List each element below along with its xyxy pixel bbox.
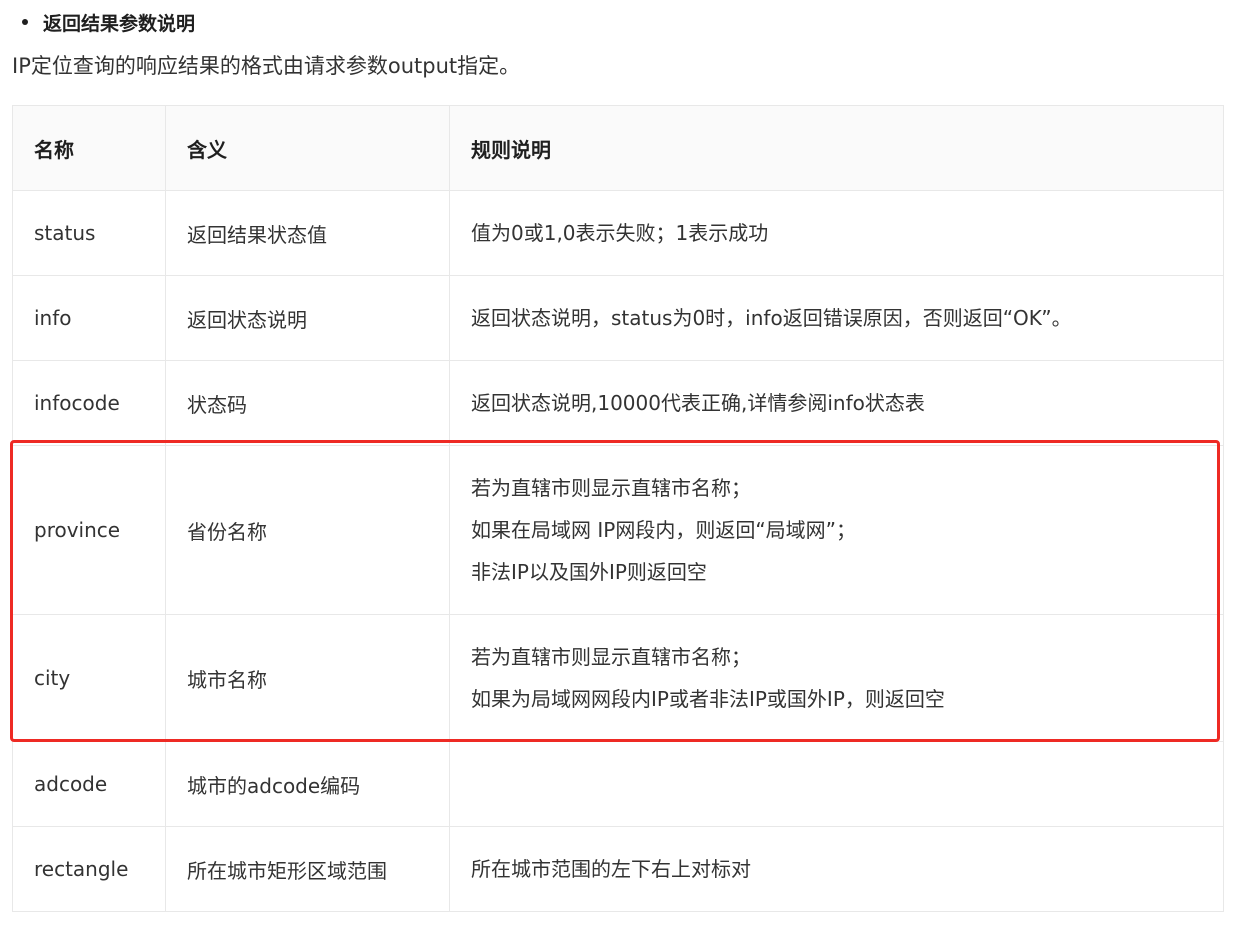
- cell-meaning: 城市的adcode编码: [165, 741, 450, 827]
- rule-line: 如果为局域网网段内IP或者非法IP或国外IP，则返回空: [471, 687, 945, 711]
- cell-rules: 若为直辖市则显示直辖市名称； 如果在局域网 IP网段内，则返回“局域网”； 非法…: [449, 445, 1224, 615]
- bullet-icon: [22, 19, 28, 25]
- rule-line: 值为0或1,0表示失败；1表示成功: [471, 221, 769, 245]
- section-heading-text: 返回结果参数说明: [43, 12, 196, 35]
- cell-name: rectangle: [12, 826, 166, 912]
- cell-meaning: 城市名称: [165, 614, 450, 742]
- cell-meaning: 省份名称: [165, 445, 450, 615]
- rule-line: 返回状态说明，status为0时，info返回错误原因，否则返回“OK”。: [471, 306, 1072, 330]
- section-heading: 返回结果参数说明: [22, 8, 195, 36]
- rule-line: 非法IP以及国外IP则返回空: [471, 560, 707, 584]
- rule-line: 所在城市范围的左下右上对标对: [471, 857, 751, 881]
- cell-rules: 返回状态说明,10000代表正确,详情参阅info状态表: [449, 360, 1224, 446]
- table-row: status 返回结果状态值 值为0或1,0表示失败；1表示成功: [12, 190, 1224, 276]
- header-name: 名称: [12, 105, 166, 191]
- cell-rules: 若为直辖市则显示直辖市名称； 如果为局域网网段内IP或者非法IP或国外IP，则返…: [449, 614, 1224, 742]
- cell-name: province: [12, 445, 166, 615]
- cell-rules: 所在城市范围的左下右上对标对: [449, 826, 1224, 912]
- rule-line: 返回状态说明,10000代表正确,详情参阅info状态表: [471, 391, 925, 415]
- cell-rules: [449, 741, 1224, 827]
- rule-line: 如果在局域网 IP网段内，则返回“局域网”；: [471, 518, 857, 542]
- cell-meaning: 返回结果状态值: [165, 190, 450, 276]
- table-row: rectangle 所在城市矩形区域范围 所在城市范围的左下右上对标对: [12, 826, 1224, 912]
- cell-meaning: 状态码: [165, 360, 450, 446]
- cell-name: info: [12, 275, 166, 361]
- cell-meaning: 所在城市矩形区域范围: [165, 826, 450, 912]
- table-row: infocode 状态码 返回状态说明,10000代表正确,详情参阅info状态…: [12, 360, 1224, 446]
- cell-name: infocode: [12, 360, 166, 446]
- table-row: info 返回状态说明 返回状态说明，status为0时，info返回错误原因，…: [12, 275, 1224, 361]
- cell-rules: 返回状态说明，status为0时，info返回错误原因，否则返回“OK”。: [449, 275, 1224, 361]
- cell-name: city: [12, 614, 166, 742]
- table-header-row: 名称 含义 规则说明: [12, 105, 1224, 191]
- table-row: city 城市名称 若为直辖市则显示直辖市名称； 如果为局域网网段内IP或者非法…: [12, 614, 1224, 742]
- cell-name: status: [12, 190, 166, 276]
- rule-line: 若为直辖市则显示直辖市名称；: [471, 476, 751, 500]
- cell-meaning: 返回状态说明: [165, 275, 450, 361]
- table-row: province 省份名称 若为直辖市则显示直辖市名称； 如果在局域网 IP网段…: [12, 445, 1224, 615]
- table-row: adcode 城市的adcode编码: [12, 741, 1224, 827]
- header-rules: 规则说明: [449, 105, 1224, 191]
- rule-line: 若为直辖市则显示直辖市名称；: [471, 645, 751, 669]
- params-table: 名称 含义 规则说明 status 返回结果状态值 值为0或1,0表示失败；1表…: [12, 105, 1224, 912]
- cell-rules: 值为0或1,0表示失败；1表示成功: [449, 190, 1224, 276]
- header-meaning: 含义: [165, 105, 450, 191]
- intro-text: IP定位查询的响应结果的格式由请求参数output指定。: [12, 54, 521, 78]
- cell-name: adcode: [12, 741, 166, 827]
